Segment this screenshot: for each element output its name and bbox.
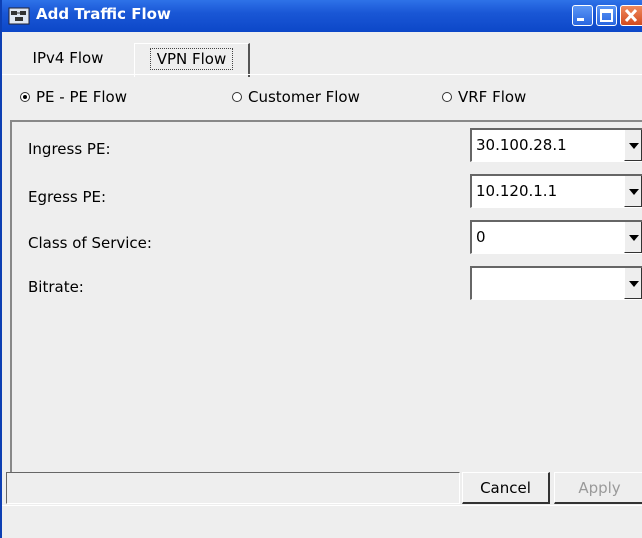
- dialog-window: Add Traffic Flow IPv4 Flow VPN Flow PE -…: [0, 0, 642, 538]
- egress-pe-label: Egress PE:: [28, 188, 107, 206]
- flow-type-group: PE - PE Flow Customer Flow VRF Flow: [2, 82, 642, 116]
- tab-vpn-flow[interactable]: VPN Flow: [134, 43, 250, 77]
- tab-strip: IPv4 Flow VPN Flow: [4, 33, 642, 77]
- radio-vrf-flow[interactable]: VRF Flow: [442, 88, 526, 106]
- chevron-down-icon[interactable]: [624, 222, 642, 253]
- maximize-button[interactable]: [596, 5, 617, 26]
- bottom-divider: [2, 505, 642, 506]
- cancel-button[interactable]: Cancel: [462, 472, 550, 504]
- radio-unselected-icon: [232, 92, 242, 102]
- radio-pe-pe-flow[interactable]: PE - PE Flow: [20, 88, 127, 106]
- maximize-icon: [600, 9, 613, 22]
- chevron-down-icon[interactable]: [624, 268, 642, 299]
- egress-pe-select[interactable]: 10.120.1.1: [470, 174, 642, 208]
- bitrate-label: Bitrate:: [28, 278, 84, 296]
- ingress-pe-label: Ingress PE:: [28, 140, 111, 158]
- ingress-pe-select[interactable]: 30.100.28.1: [470, 128, 642, 162]
- close-button[interactable]: [620, 5, 642, 26]
- minimize-button[interactable]: [572, 5, 593, 26]
- chevron-down-icon[interactable]: [624, 176, 642, 207]
- class-of-service-select[interactable]: 0: [470, 220, 642, 254]
- radio-vrf-flow-label: VRF Flow: [458, 88, 527, 106]
- tab-divider: [2, 74, 642, 75]
- app-icon: [8, 7, 30, 25]
- bitrate-select[interactable]: [470, 266, 642, 300]
- minimize-icon: [577, 18, 584, 21]
- radio-pe-pe-flow-label: PE - PE Flow: [36, 88, 128, 106]
- radio-customer-flow[interactable]: Customer Flow: [232, 88, 360, 106]
- ingress-pe-value: 30.100.28.1: [476, 136, 567, 154]
- radio-selected-icon: [20, 92, 30, 102]
- tab-vpn-flow-label: VPN Flow: [149, 48, 234, 70]
- class-of-service-value: 0: [476, 228, 486, 246]
- tab-ipv4-flow[interactable]: IPv4 Flow: [6, 43, 130, 73]
- window-title: Add Traffic Flow: [36, 5, 171, 23]
- radio-customer-flow-label: Customer Flow: [248, 88, 360, 106]
- radio-unselected-icon: [442, 92, 452, 102]
- apply-button[interactable]: Apply: [554, 472, 642, 504]
- class-of-service-label: Class of Service:: [28, 234, 152, 252]
- form-panel: Ingress PE: 30.100.28.1 Egress PE: 10.12…: [10, 120, 642, 472]
- status-bar: [6, 472, 460, 504]
- chevron-down-icon[interactable]: [624, 130, 642, 161]
- title-bar[interactable]: Add Traffic Flow: [2, 0, 642, 32]
- close-icon: [624, 8, 638, 23]
- egress-pe-value: 10.120.1.1: [476, 182, 558, 200]
